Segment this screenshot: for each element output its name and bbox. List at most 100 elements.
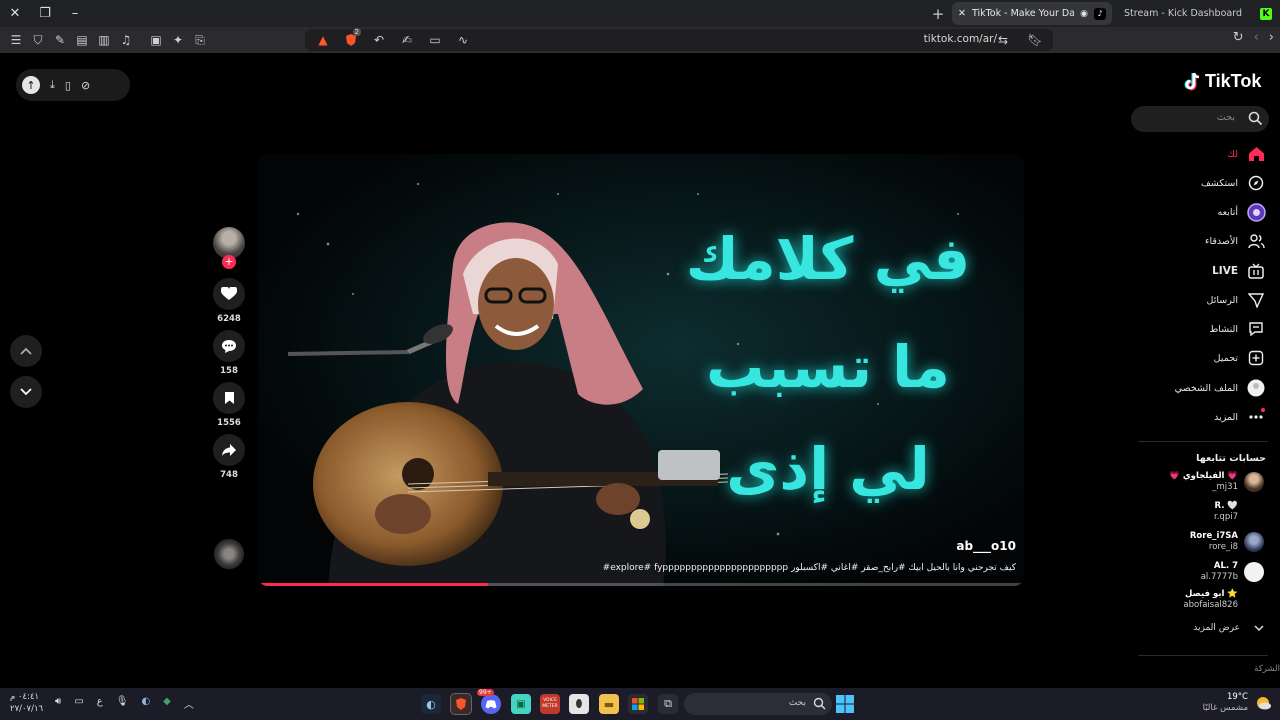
nav-live[interactable]: LIVE bbox=[1212, 261, 1266, 281]
screenshot-icon[interactable]: ⎘ bbox=[190, 30, 210, 50]
bookmark-icon[interactable] bbox=[213, 382, 245, 414]
taskbar-search[interactable]: بحث bbox=[684, 693, 832, 715]
heart-icon[interactable] bbox=[213, 278, 245, 310]
microphone-icon[interactable]: 🎙︎ bbox=[116, 696, 129, 711]
extensions-icon[interactable]: ✦ bbox=[168, 30, 188, 50]
search-input[interactable]: بحث bbox=[1131, 106, 1269, 132]
new-tab-button[interactable]: + bbox=[926, 0, 950, 27]
forward-icon[interactable]: › bbox=[1269, 30, 1274, 45]
bookmark-action[interactable]: 1556 bbox=[213, 382, 245, 428]
nav-messages[interactable]: الرسائل bbox=[1207, 290, 1266, 310]
followed-account[interactable]: ابو فيصل ⭐ abofaisal826 bbox=[1183, 589, 1264, 611]
brave-shield-icon[interactable]: 2 bbox=[341, 28, 361, 50]
site-settings-icon[interactable]: ⇆ bbox=[993, 30, 1013, 50]
see-more-button[interactable]: عرض المزيد bbox=[1193, 623, 1264, 633]
brave-app-icon[interactable] bbox=[450, 693, 472, 715]
video-progress-bar[interactable] bbox=[258, 583, 1024, 586]
audio-icon[interactable]: ◉ bbox=[1080, 9, 1088, 19]
previous-video-button[interactable] bbox=[10, 335, 42, 367]
nav-activity[interactable]: النشاط bbox=[1209, 319, 1266, 339]
restore-window-icon[interactable]: ❐ bbox=[30, 0, 60, 27]
reader-icon[interactable]: ▤ bbox=[72, 30, 92, 50]
mouse-app-icon[interactable]: ⬮ bbox=[569, 694, 589, 714]
tab-kick[interactable]: Stream - Kick Dashboard K bbox=[1118, 2, 1278, 25]
followed-account[interactable]: Rore_i7SA rore_i8 bbox=[1190, 531, 1264, 553]
address-bar[interactable]: ▲ 2 ↶ ✍ ▭ ∿ tiktok.com/ar/ ⇆ 🔖︎ bbox=[305, 28, 1053, 51]
share-action[interactable]: 748 bbox=[213, 434, 245, 480]
share-icon[interactable] bbox=[213, 434, 245, 466]
weather-temp: 19°C bbox=[1226, 692, 1248, 702]
followed-account[interactable]: R. 🤍 r.qpi7 bbox=[1214, 501, 1264, 523]
nav-following[interactable]: أتابعه bbox=[1218, 202, 1267, 222]
friends-icon bbox=[1246, 231, 1266, 251]
back-icon[interactable]: ‹ bbox=[1254, 30, 1259, 45]
bookmark-count: 1556 bbox=[217, 418, 241, 428]
account-handle: rore_i8 bbox=[1208, 542, 1238, 552]
video-username[interactable]: ab___o10 bbox=[956, 539, 1016, 553]
nav-more[interactable]: المزيد bbox=[1214, 407, 1266, 427]
weather-widget[interactable]: 19°C مشمس غالبًا bbox=[1203, 692, 1272, 714]
nav-upload[interactable]: تحميل bbox=[1214, 348, 1266, 368]
video-progress-fill bbox=[258, 583, 488, 586]
close-tab-icon[interactable]: ✕ bbox=[958, 8, 966, 19]
comment-icon[interactable] bbox=[213, 330, 245, 362]
language-indicator[interactable]: ع bbox=[97, 696, 103, 711]
sidebar-divider bbox=[1138, 655, 1268, 656]
minimize-window-icon[interactable]: – bbox=[60, 0, 90, 27]
wallet-icon[interactable]: ▣ bbox=[146, 30, 166, 50]
wave-icon[interactable]: ∿ bbox=[453, 30, 473, 50]
comment-action[interactable]: 158 bbox=[213, 330, 245, 376]
like-count: 6248 bbox=[217, 314, 241, 324]
close-window-icon[interactable]: ✕ bbox=[0, 0, 30, 27]
search-icon[interactable] bbox=[1248, 111, 1263, 126]
music-disc-avatar[interactable] bbox=[214, 539, 244, 569]
video-player[interactable]: في كلامك ما تسبب لي إذى ab___o10 كيف تجر… bbox=[258, 154, 1024, 586]
windows-start-icon[interactable] bbox=[836, 695, 854, 717]
tab-tiktok[interactable]: ✕ TikTok - Make Your Day ◉ ♪ bbox=[952, 2, 1112, 25]
menu-icon[interactable]: ☰ bbox=[6, 30, 26, 50]
bookmark-icon[interactable]: 🔖︎ bbox=[1025, 30, 1045, 50]
company-link[interactable]: الشركة bbox=[1254, 664, 1280, 674]
shield-tray-icon[interactable]: ◆ bbox=[163, 696, 171, 711]
music-icon[interactable]: ♫ bbox=[116, 30, 136, 50]
next-video-button[interactable] bbox=[10, 376, 42, 408]
rewards-triangle-icon[interactable]: ▲ bbox=[313, 30, 333, 50]
nav-for-you[interactable]: لك bbox=[1227, 144, 1266, 164]
voicemeeter-app-icon[interactable]: VOICE METER bbox=[540, 694, 560, 714]
upload-arrow-icon[interactable]: ↑ bbox=[22, 76, 40, 94]
discord-app-icon[interactable]: 99+ bbox=[477, 689, 501, 714]
download-icon[interactable]: ⤓ bbox=[50, 78, 55, 92]
phone-icon[interactable]: ▯ bbox=[65, 79, 71, 92]
steam-tray-icon[interactable]: ◐ bbox=[141, 696, 150, 711]
system-clock[interactable]: ٠٤:٤١ م ٢٧/٠٧/١٦ bbox=[10, 691, 43, 715]
compass-icon[interactable]: ⊘ bbox=[81, 79, 90, 92]
followed-account[interactable]: 💗 الفيلجاوي 💗 _mj31 bbox=[1169, 471, 1264, 493]
app-icon[interactable]: ▣ bbox=[511, 694, 531, 714]
follow-plus-icon[interactable]: + bbox=[222, 255, 236, 269]
nav-profile[interactable]: الملف الشخصي bbox=[1175, 378, 1266, 398]
steam-app-icon[interactable]: ◐ bbox=[421, 694, 441, 714]
undo-icon[interactable]: ↶ bbox=[369, 30, 389, 50]
store-app-icon[interactable] bbox=[628, 694, 648, 714]
badge-count: 2 bbox=[352, 28, 361, 36]
task-view-icon[interactable]: ⧉ bbox=[658, 694, 678, 714]
followed-account[interactable]: AL. 7 al.7777b bbox=[1201, 561, 1264, 583]
chevron-up-icon[interactable]: ︿ bbox=[184, 696, 194, 711]
tiktok-logo[interactable]: TikTok bbox=[1184, 71, 1261, 92]
cast-icon[interactable]: ▭ bbox=[425, 30, 445, 50]
network-icon[interactable]: ▭ bbox=[74, 696, 83, 711]
nav-friends[interactable]: الأصدقاء bbox=[1205, 231, 1266, 251]
following-avatar-icon bbox=[1246, 202, 1266, 222]
volume-icon[interactable]: 🔊︎ bbox=[55, 696, 61, 711]
file-explorer-icon[interactable]: ▬ bbox=[599, 694, 619, 714]
pin-icon[interactable]: ✎ bbox=[50, 30, 70, 50]
translate-icon[interactable]: ✍ bbox=[397, 30, 417, 50]
nav-explore[interactable]: استكشف bbox=[1201, 173, 1266, 193]
avatar bbox=[1244, 590, 1264, 610]
reload-icon[interactable]: ↻ bbox=[1233, 30, 1244, 45]
sidebar-icon[interactable]: ▥ bbox=[94, 30, 114, 50]
shield-icon[interactable]: ⛉ bbox=[28, 30, 48, 50]
url-text[interactable]: tiktok.com/ar/ bbox=[924, 33, 997, 45]
like-action[interactable]: 6248 bbox=[213, 278, 245, 324]
creator-avatar[interactable]: + bbox=[213, 227, 245, 269]
